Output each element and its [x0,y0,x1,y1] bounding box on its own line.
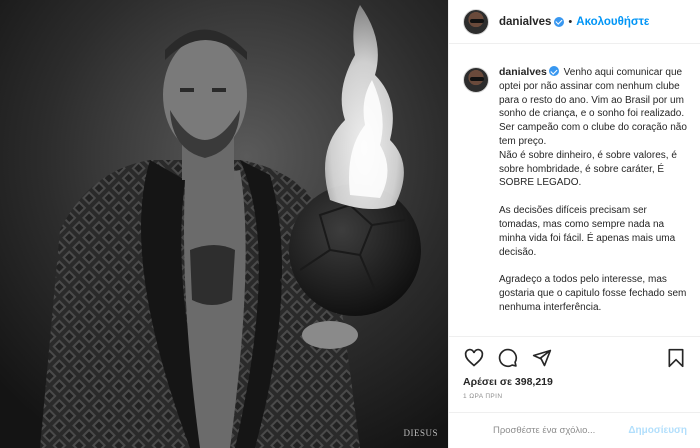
caption: danialves Venho aqui comunicar que optei… [463,66,689,315]
comments-area[interactable]: danialves Venho aqui comunicar que optei… [449,44,700,336]
share-button[interactable] [531,347,553,369]
post-photo[interactable]: DIESUS [0,0,448,448]
save-button[interactable] [665,347,687,369]
share-icon [532,349,552,366]
bookmark-icon [668,348,684,367]
post-actions [449,336,700,378]
post-header: danialves • Ακολουθήστε [449,0,700,44]
post-photo-image [0,0,448,448]
caption-body: danialves Venho aqui comunicar que optei… [499,66,689,315]
follow-button[interactable]: Ακολουθήστε [576,16,649,28]
post-timestamp[interactable]: 1 ΩΡΑ ΠΡΙΝ [463,393,502,400]
header-username[interactable]: danialves [499,16,551,28]
caption-paragraph: Agradeço a todos pelo interesse, mas gos… [499,274,687,313]
verified-badge-icon [548,66,559,76]
caption-username[interactable]: danialves [499,66,561,78]
photo-credit: DIESUS [403,428,438,438]
comment-input[interactable] [463,425,629,436]
comment-button[interactable] [497,347,519,369]
heart-icon [464,348,484,367]
avatar[interactable] [463,8,489,35]
comment-icon [498,348,518,367]
like-button[interactable] [463,347,485,369]
post-comment-button[interactable]: Δημοσίευση [628,425,687,436]
caption-paragraph: Venho aqui comunicar que optei por não a… [499,67,687,147]
separator-dot: • [568,15,573,28]
caption-avatar[interactable] [463,67,489,93]
likes-count[interactable]: Αρέσει σε 398,219 [463,376,553,388]
add-comment-bar: Δημοσίευση [449,412,700,448]
caption-paragraph: As decisões difíceis precisam ser tomada… [499,205,676,258]
verified-badge-icon [554,16,565,27]
caption-paragraph: Não é sobre dinheiro, é sobre valores, é… [499,149,677,189]
post-sidebar: danialves • Ακολουθήστε danialves Venho … [448,0,700,448]
